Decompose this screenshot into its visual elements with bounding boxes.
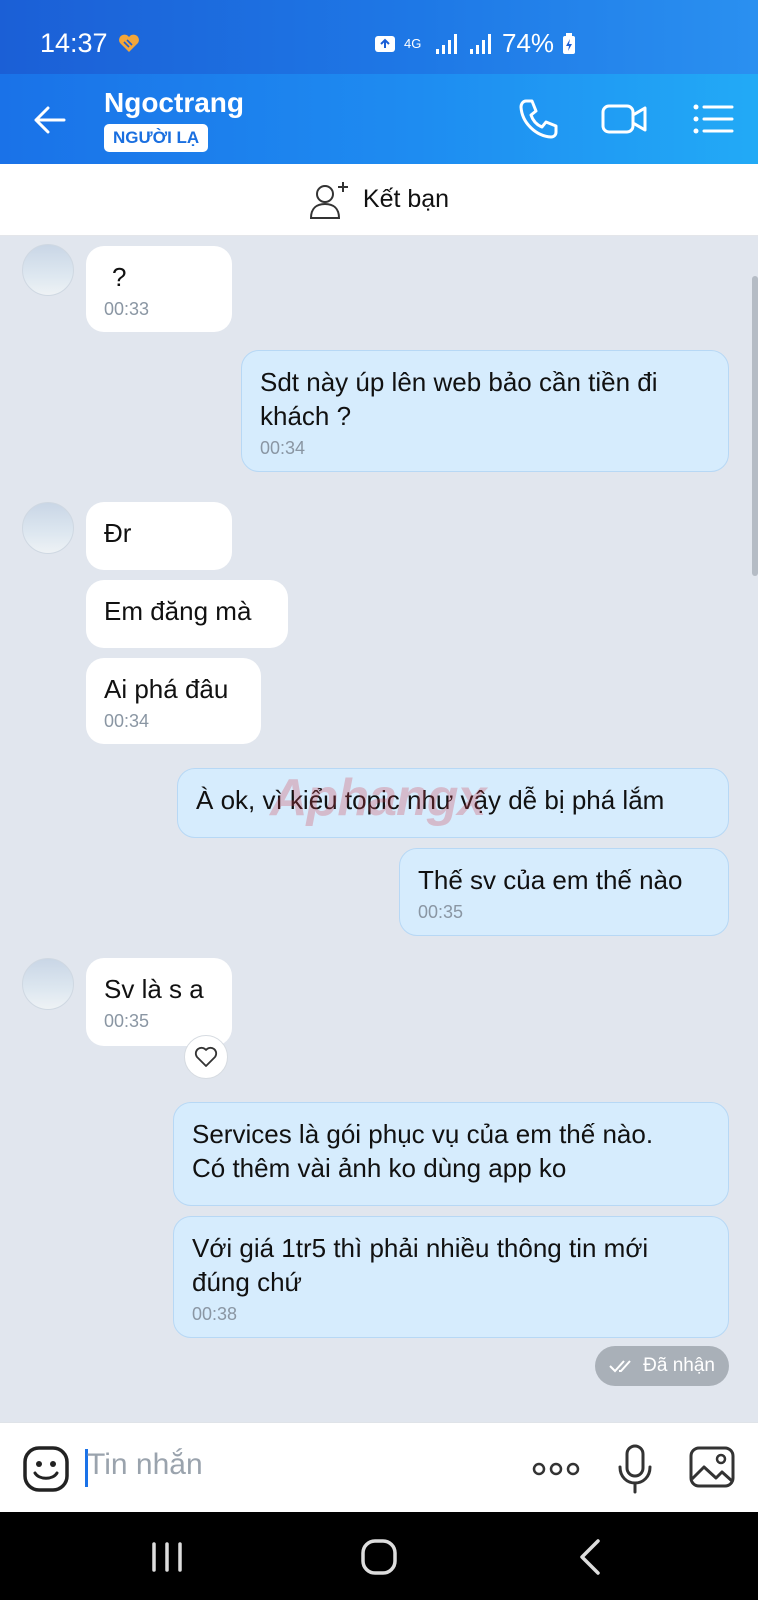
message-text: Sv là s a xyxy=(104,974,204,1004)
heart-icon xyxy=(194,1046,218,1067)
contact-name[interactable]: Ngoctrang xyxy=(104,87,244,119)
message-text-line: Có thêm vài ảnh ko dùng app ko xyxy=(192,1153,567,1183)
video-camera-icon[interactable] xyxy=(600,95,648,143)
message-time: 00:35 xyxy=(104,1011,150,1031)
message-time: 00:38 xyxy=(192,1304,238,1324)
avatar[interactable] xyxy=(22,502,74,554)
more-dots-icon[interactable] xyxy=(531,1451,581,1487)
status-bar: 14:37 4G 74% xyxy=(0,0,758,74)
message-bubble-incoming[interactable]: Sv là s a 00:35 xyxy=(86,958,232,1046)
delivery-status-badge: Đã nhận xyxy=(595,1346,729,1386)
composer: Tin nhắn xyxy=(0,1422,758,1512)
message-bubble-outgoing[interactable]: Sdt này úp lên web bảo cần tiền đi khách… xyxy=(241,350,729,472)
microphone-icon[interactable] xyxy=(615,1443,655,1495)
list-menu-icon[interactable] xyxy=(690,95,738,143)
status-time: 14:37 xyxy=(40,28,108,58)
image-icon[interactable] xyxy=(688,1443,736,1491)
message-text-line: khách ? xyxy=(260,401,352,431)
add-friend-bar[interactable]: Kết bạn xyxy=(0,164,758,236)
network-type-label: 4G xyxy=(404,36,422,51)
scrollbar[interactable] xyxy=(752,276,758,576)
delivery-status-text: Đã nhận xyxy=(643,1355,715,1376)
message-bubble-incoming[interactable]: Ai phá đâu 00:34 xyxy=(86,658,261,744)
reaction-button[interactable] xyxy=(184,1035,228,1079)
add-friend-label: Kết bạn xyxy=(362,185,450,213)
message-list[interactable]: ? 00:33 Sdt này úp lên web bảo cần tiền … xyxy=(0,236,758,1422)
message-input[interactable]: Tin nhắn xyxy=(87,1448,203,1482)
sd-card-icon xyxy=(375,35,395,52)
message-text-line: Sdt này úp lên web bảo cần tiền đi xyxy=(260,367,658,397)
message-text-line: Services là gói phục vụ của em thế nào. xyxy=(192,1119,654,1149)
message-text-line: đúng chứ xyxy=(192,1267,302,1297)
sticker-icon[interactable] xyxy=(22,1445,70,1493)
message-bubble-incoming[interactable]: Đr xyxy=(86,502,232,570)
message-time: 00:35 xyxy=(418,902,464,922)
phone-icon[interactable] xyxy=(514,95,562,143)
message-text: Em đăng mà xyxy=(104,596,252,626)
message-time: 00:34 xyxy=(104,711,150,731)
system-navigation-bar xyxy=(0,1512,758,1600)
recent-apps-icon[interactable] xyxy=(142,1532,192,1582)
avatar[interactable] xyxy=(22,244,74,296)
message-text: Thế sv của em thế nào xyxy=(418,865,683,895)
double-check-icon xyxy=(609,1360,631,1373)
battery-icon xyxy=(563,32,576,54)
watermark-logo: Aphangx xyxy=(270,769,486,827)
add-user-icon xyxy=(309,181,348,219)
stranger-badge: NGƯỜI LẠ xyxy=(104,124,209,152)
chat-header: Ngoctrang NGƯỜI LẠ xyxy=(0,74,758,164)
message-text-line: Với giá 1tr5 thì phải nhiều thông tin mớ… xyxy=(192,1233,649,1263)
avatar[interactable] xyxy=(22,958,74,1010)
signal-icon xyxy=(436,33,457,54)
heart-status-icon xyxy=(119,34,139,52)
message-text: Ai phá đâu xyxy=(104,674,229,704)
battery-percent: 74% xyxy=(502,28,555,58)
message-bubble-incoming[interactable]: Em đăng mà xyxy=(86,580,288,648)
message-bubble-incoming[interactable]: ? 00:33 xyxy=(86,246,232,332)
message-text: Đr xyxy=(104,518,132,548)
message-text: ? xyxy=(112,262,127,292)
signal-icon-2 xyxy=(470,33,491,54)
message-bubble-outgoing[interactable]: Thế sv của em thế nào 00:35 xyxy=(399,848,729,936)
message-time: 00:33 xyxy=(104,299,150,319)
system-icons: 4G 74% xyxy=(374,28,576,59)
back-nav-icon[interactable] xyxy=(566,1532,616,1582)
message-bubble-outgoing[interactable]: Với giá 1tr5 thì phải nhiều thông tin mớ… xyxy=(173,1216,729,1338)
message-time: 00:34 xyxy=(260,438,306,458)
message-bubble-outgoing[interactable]: Services là gói phục vụ của em thế nào. … xyxy=(173,1102,729,1206)
home-icon[interactable] xyxy=(354,1532,404,1582)
arrow-left-icon[interactable] xyxy=(30,100,70,140)
